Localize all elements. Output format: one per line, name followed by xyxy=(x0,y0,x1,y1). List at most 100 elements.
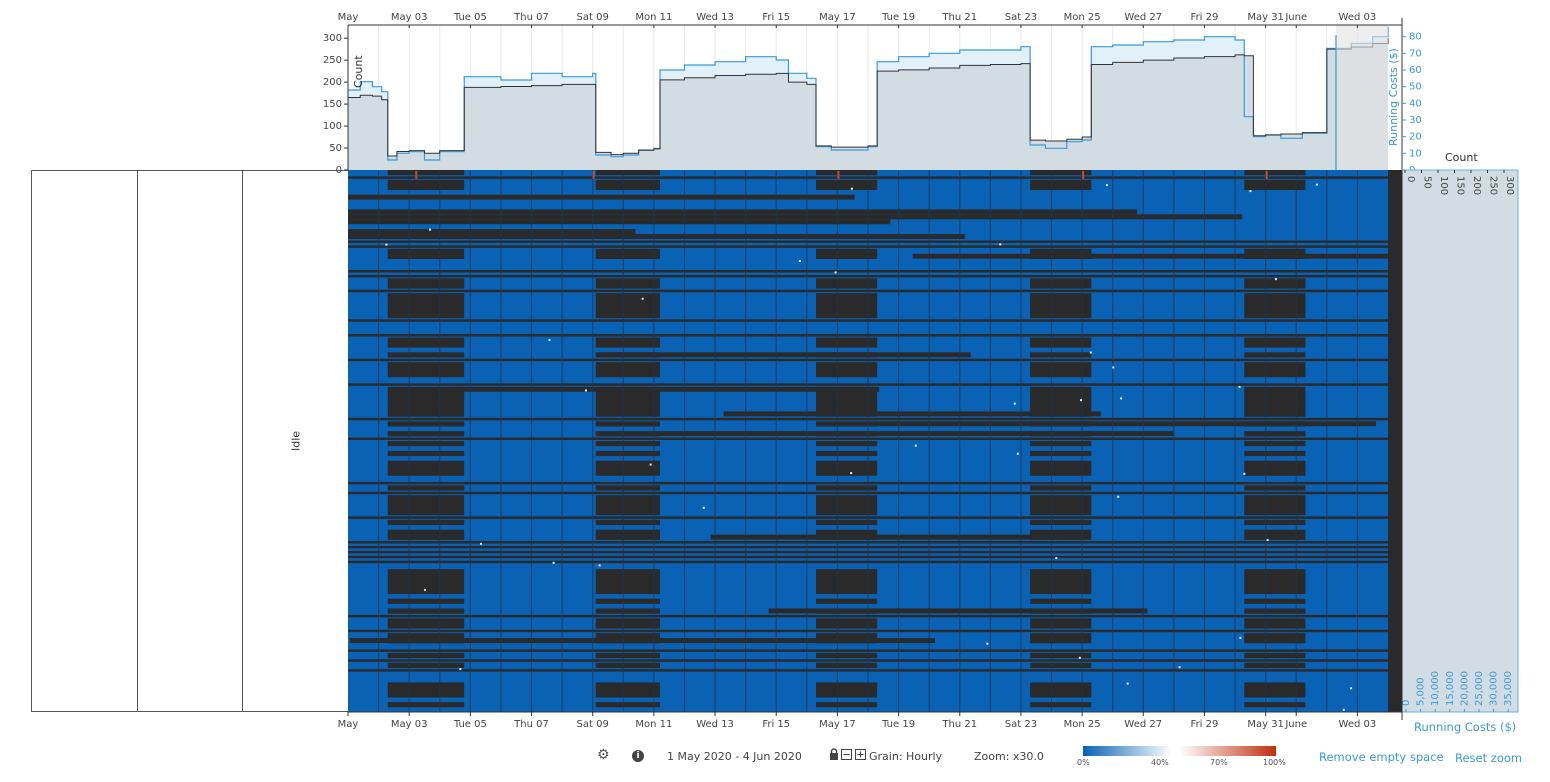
count-axis-tick-label: 0 xyxy=(1405,176,1416,182)
costs-axis-tick-label: 0 xyxy=(1401,700,1412,706)
heatmap-weekend-block xyxy=(387,623,465,629)
collapse-button[interactable] xyxy=(841,749,852,763)
heatmap-hotspot xyxy=(548,338,551,341)
x-bottom-tick-label: May xyxy=(338,719,359,730)
heatmap-weekend-block xyxy=(595,500,660,506)
x-bottom-tick-label: May 03 xyxy=(391,719,428,730)
heatmap-weekend-block xyxy=(387,396,465,402)
heatmap-weekend-block xyxy=(595,401,660,407)
heatmap-weekend-block xyxy=(387,485,465,491)
heatmap-weekend-block xyxy=(595,179,660,186)
heatmap-hotspot xyxy=(649,463,652,466)
heatmap-weekend-block xyxy=(595,411,660,417)
heatmap-weekend-block xyxy=(595,618,660,624)
count-axis-tick-label: 150 xyxy=(1455,176,1466,195)
heatmap-weekend-block xyxy=(387,598,465,604)
heatmap-weekend-block xyxy=(387,633,465,639)
heatmap-weekend-block xyxy=(595,495,660,501)
heatmap-weekend-block xyxy=(595,184,660,191)
heatmap-hotspot xyxy=(1016,452,1019,455)
heatmap-weekend-block xyxy=(387,569,465,575)
heatmap-weekend-block xyxy=(387,401,465,407)
heatmap-hotspot xyxy=(1105,184,1108,187)
heatmap-weekend-block xyxy=(595,505,660,511)
heatmap-weekend-block xyxy=(595,312,660,319)
heatmap-weekend-block xyxy=(387,618,465,624)
heatmap-weekend-block xyxy=(595,662,660,668)
heatmap-weekend-block xyxy=(595,633,660,639)
heatmap-weekend-block xyxy=(595,623,660,629)
heatmap-hotspot xyxy=(1117,495,1120,498)
running-costs-axis-title: Running Costs ($) xyxy=(1414,720,1517,734)
x-bottom-tick-label: Fri 29 xyxy=(1191,719,1219,730)
heatmap-weekend-block xyxy=(595,450,660,457)
legend-label-40: 40% xyxy=(1151,758,1169,767)
x-bottom-tick-label: Mon 25 xyxy=(1064,719,1101,730)
heatmap-weekend-block xyxy=(595,465,660,471)
info-button[interactable]: i xyxy=(632,748,644,762)
heatmap-gap-line xyxy=(605,352,971,358)
heatmap-hotspot xyxy=(1055,557,1058,560)
heatmap-weekend-block xyxy=(387,692,465,698)
heatmap[interactable]: 0 50 100 150 200 250 300 0 5,000 10,000 15,000 20,0… xyxy=(0,0,1550,740)
heatmap-gap-line xyxy=(723,411,1101,417)
heatmap-weekend-block xyxy=(387,293,465,299)
heatmap-weekend-block xyxy=(595,391,660,397)
heatmap-weekend-block xyxy=(595,248,660,255)
running-costs-axis-title-right: Running Costs ($) xyxy=(1387,48,1400,146)
count-axis-title: Count xyxy=(1445,151,1478,164)
heatmap-hotspot xyxy=(552,561,555,564)
x-bottom-tick-label: Tue 05 xyxy=(453,719,487,730)
grain-selector[interactable]: Grain: Hourly xyxy=(869,750,942,763)
heatmap-weekend-block xyxy=(595,337,660,343)
heatmap-weekend-block xyxy=(595,278,660,284)
x-bottom-tick-label: Tue 19 xyxy=(881,719,915,730)
x-bottom-tick-label: Sat 09 xyxy=(577,719,609,730)
heatmap-hotspot xyxy=(385,243,388,246)
count-axis-title-left: Count xyxy=(352,55,365,88)
costs-axis-tick-label: 20,000 xyxy=(1459,671,1470,706)
count-axis-tick-label: 50 xyxy=(1422,176,1433,189)
heatmap-hotspot xyxy=(914,444,917,447)
heatmap-weekend-block xyxy=(595,307,660,314)
expand-button[interactable] xyxy=(855,749,866,763)
lock-button[interactable] xyxy=(829,748,839,763)
heatmap-weekend-block xyxy=(387,519,465,526)
heatmap-hotspot xyxy=(834,271,837,274)
heatmap-weekend-block xyxy=(387,391,465,397)
heatmap-gap-line xyxy=(349,638,935,644)
legend-label-70: 70% xyxy=(1210,758,1228,767)
heatmap-weekend-block xyxy=(595,367,660,373)
heatmap-weekend-block xyxy=(595,396,660,402)
heatmap-hotspot xyxy=(1120,397,1123,400)
heatmap-hotspot xyxy=(598,564,601,567)
settings-button[interactable]: ⚙ xyxy=(597,747,610,763)
heatmap-hotspot xyxy=(1238,385,1241,388)
x-bottom-tick-label: Wed 13 xyxy=(696,719,734,730)
heatmap-weekend-block xyxy=(595,362,660,368)
heatmap-idle-row xyxy=(348,234,965,239)
reset-zoom-link[interactable]: Reset zoom xyxy=(1455,751,1522,765)
heatmap-weekend-block xyxy=(387,465,465,471)
heatmap-current-strip xyxy=(1388,170,1402,712)
heatmap-hotspot xyxy=(1342,708,1345,711)
heatmap-weekend-block xyxy=(595,283,660,289)
heatmap-peak-marker xyxy=(1265,171,1268,179)
costs-axis-tick-label: 35,000 xyxy=(1503,671,1514,706)
heatmap-weekend-block xyxy=(387,312,465,319)
remove-empty-space-link[interactable]: Remove empty space xyxy=(1319,750,1444,764)
heatmap-peak-marker xyxy=(1082,171,1085,179)
heatmap-hotspot xyxy=(1274,278,1277,281)
heatmap-weekend-block xyxy=(387,170,465,176)
heatmap-hotspot xyxy=(1078,656,1081,659)
heatmap-weekend-block xyxy=(387,411,465,417)
heatmap-idle-row xyxy=(348,209,1138,215)
heatmap-hotspot xyxy=(850,187,853,190)
heatmap-hotspot xyxy=(1013,402,1016,405)
heatmap-gap-line xyxy=(710,534,1059,540)
heatmap-hotspot xyxy=(1178,666,1181,669)
heatmap-idle-row xyxy=(348,214,1243,220)
heatmap-weekend-block xyxy=(595,441,660,447)
heatmap-weekend-block xyxy=(595,421,660,427)
heatmap-weekend-block xyxy=(387,534,465,540)
